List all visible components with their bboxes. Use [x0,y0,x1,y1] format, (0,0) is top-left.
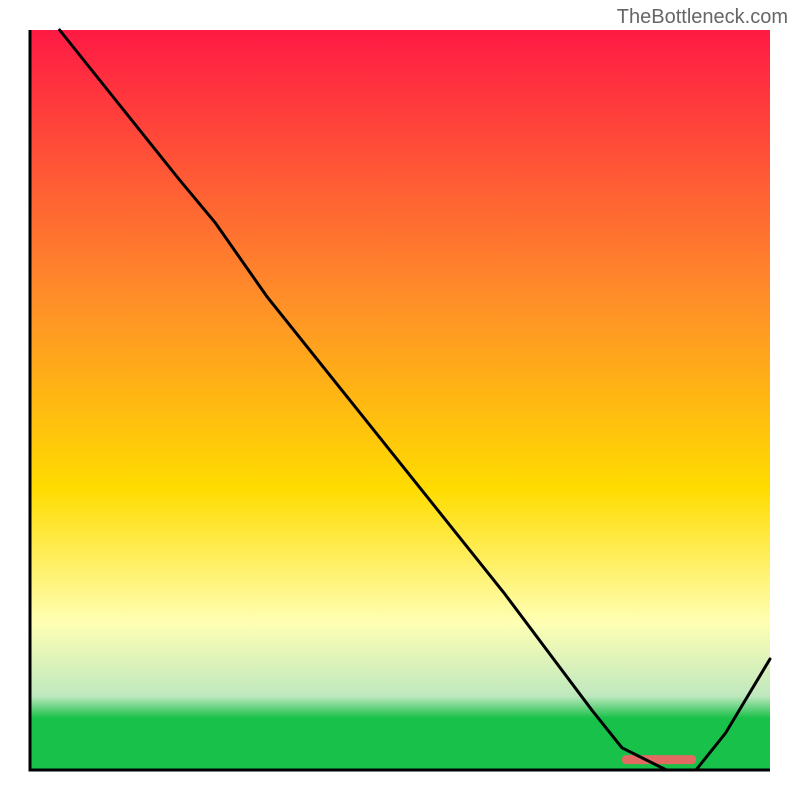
optimal-range-marker [622,755,696,764]
chart-page: TheBottleneck.com [0,0,800,800]
bottleneck-chart [0,0,800,800]
watermark-text: TheBottleneck.com [617,6,788,29]
plot-background [30,30,770,770]
